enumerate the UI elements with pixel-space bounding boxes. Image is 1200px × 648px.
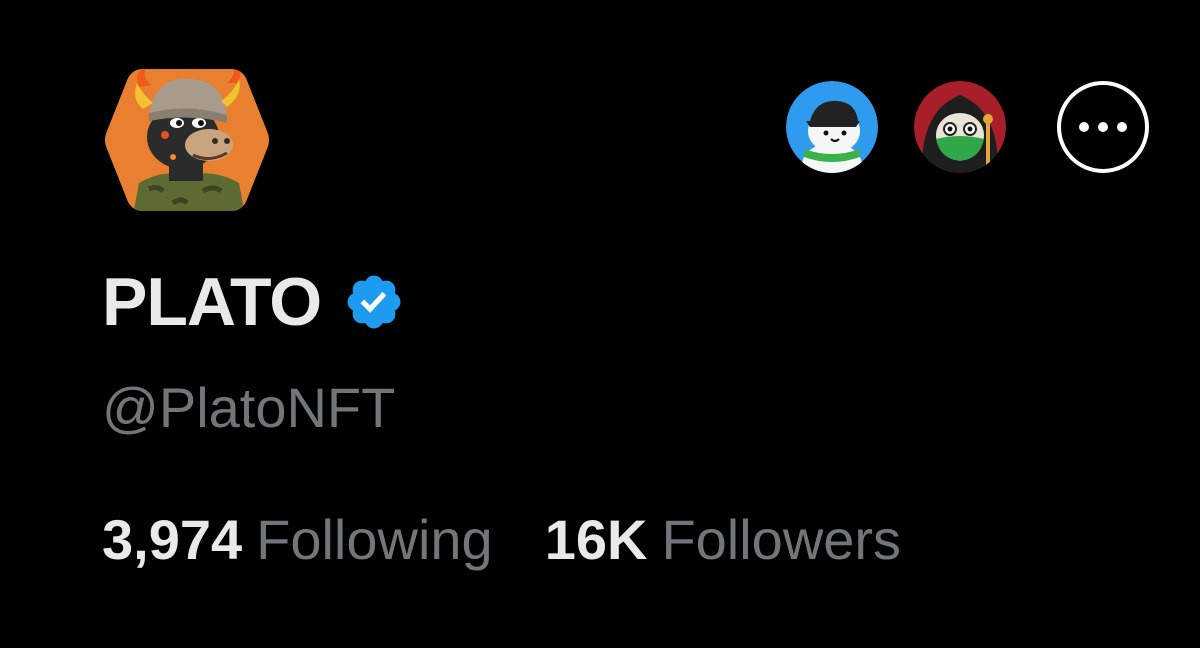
following-label: Following bbox=[256, 508, 493, 571]
profile-stats: 3,974 Following 16K Followers bbox=[102, 505, 901, 575]
more-options-icon bbox=[1098, 122, 1108, 132]
followers-label: Followers bbox=[661, 508, 902, 571]
display-name: PLATO bbox=[102, 264, 322, 340]
verified-badge-icon[interactable] bbox=[343, 271, 405, 333]
mutual-follower-avatar[interactable] bbox=[786, 81, 878, 173]
more-options-icon bbox=[1117, 122, 1127, 132]
mutual-follower-avatar[interactable] bbox=[914, 81, 1006, 173]
followers-count: 16K bbox=[544, 508, 648, 571]
hooded-frog-avatar-icon bbox=[914, 81, 1006, 173]
more-options-icon bbox=[1079, 122, 1089, 132]
white-cat-avatar-icon bbox=[786, 81, 878, 173]
profile-name-row: PLATO bbox=[102, 262, 405, 342]
more-options-button[interactable] bbox=[1057, 81, 1149, 173]
following-count: 3,974 bbox=[102, 508, 243, 571]
followers-link[interactable]: 16K Followers bbox=[545, 505, 901, 575]
profile-handle: @PlatoNFT bbox=[102, 376, 396, 439]
following-link[interactable]: 3,974 Following bbox=[102, 505, 493, 575]
bull-nft-avatar-icon bbox=[105, 69, 269, 211]
profile-avatar[interactable] bbox=[103, 65, 271, 215]
